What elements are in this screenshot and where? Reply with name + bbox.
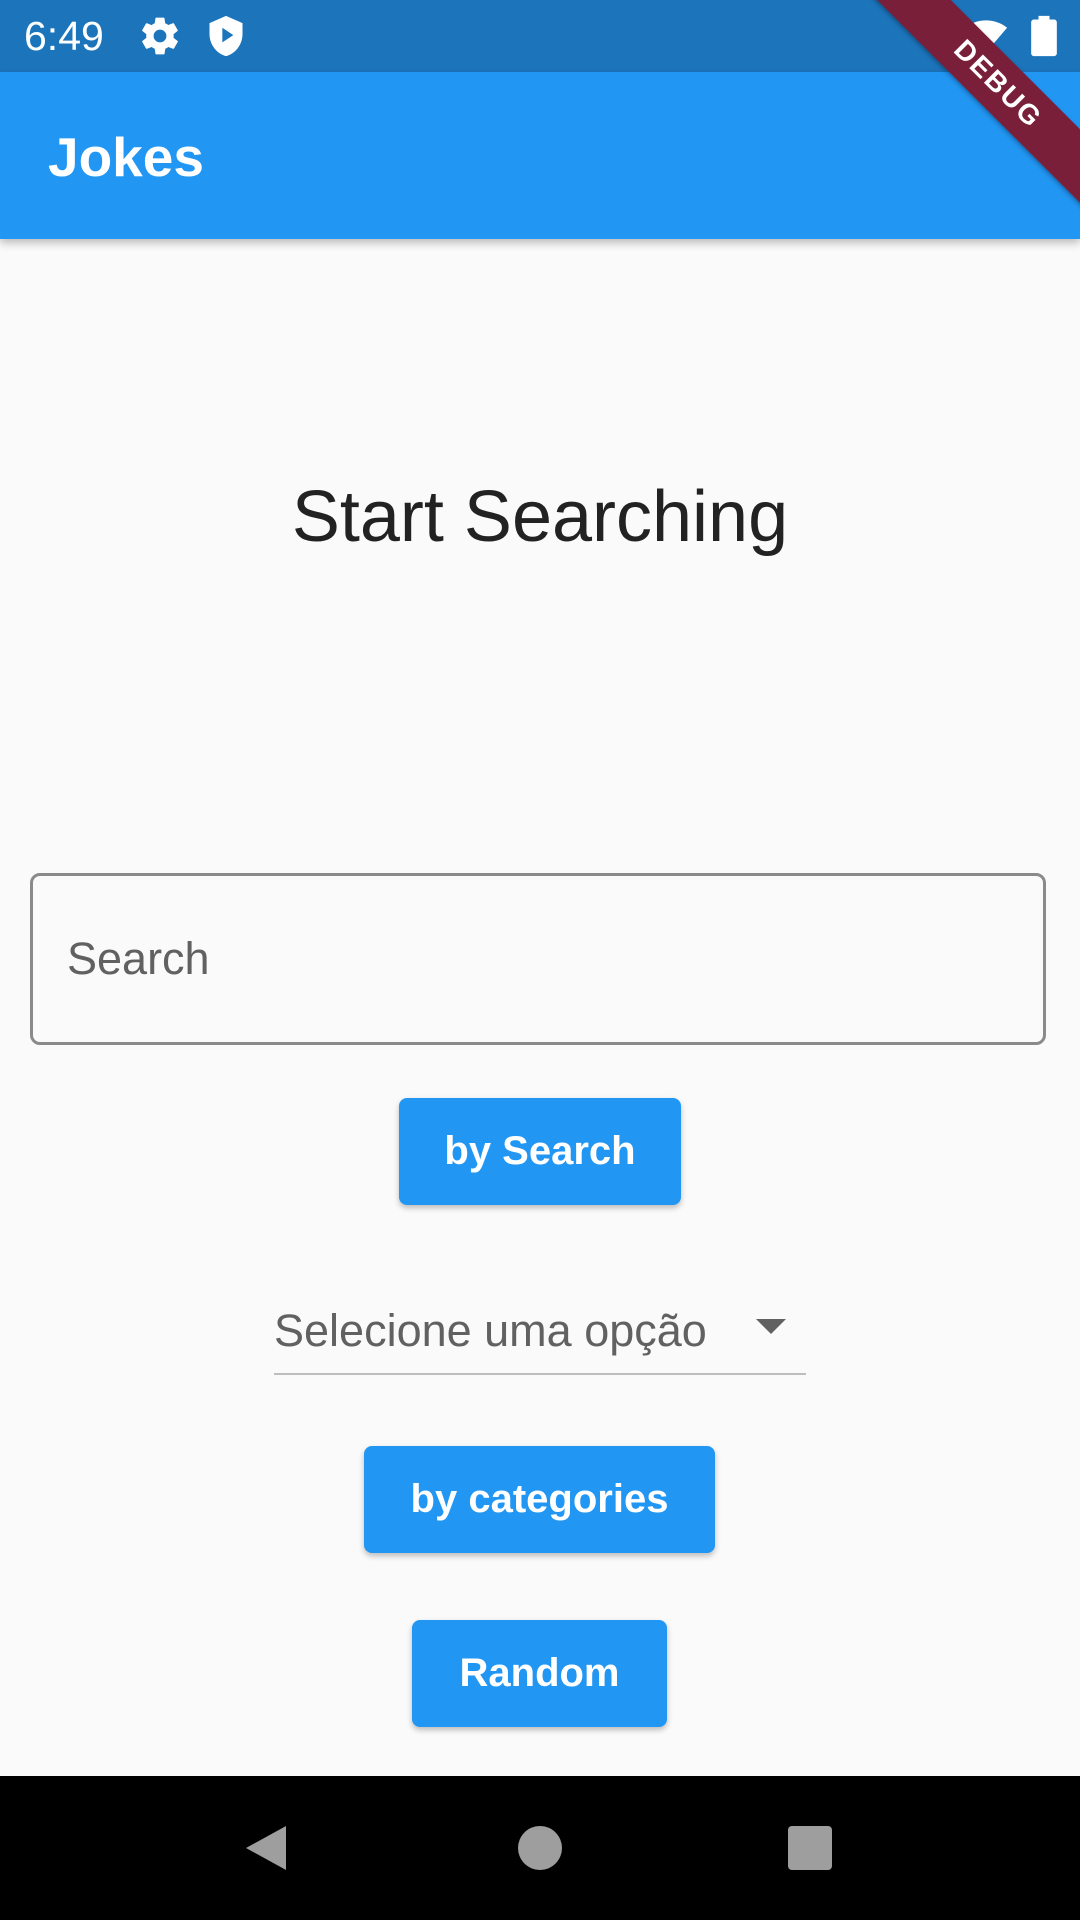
status-time: 6:49 (24, 13, 104, 59)
app-bar: Jokes (0, 72, 1080, 239)
screen: 6:49 Jokes DEBUG Start Searching by Sear… (0, 0, 1080, 1920)
back-icon[interactable] (240, 1822, 292, 1874)
search-input[interactable] (30, 873, 1046, 1045)
random-button[interactable]: Random (412, 1620, 667, 1727)
shield-play-icon (209, 15, 243, 57)
navigation-bar (0, 1776, 1080, 1920)
caret-down-icon (756, 1319, 786, 1334)
search-button[interactable]: by Search (399, 1098, 681, 1205)
battery-icon (1031, 15, 1057, 57)
app-title: Jokes (48, 126, 204, 188)
recents-icon[interactable] (784, 1822, 836, 1874)
gear-icon (142, 17, 178, 55)
dropdown-selected-value: Selecione uma opção (274, 1305, 707, 1356)
home-icon[interactable] (514, 1822, 566, 1874)
category-dropdown[interactable]: Selecione uma opção (274, 1295, 806, 1375)
page-title: Start Searching (291, 477, 789, 557)
categories-button[interactable]: by categories (364, 1446, 715, 1553)
